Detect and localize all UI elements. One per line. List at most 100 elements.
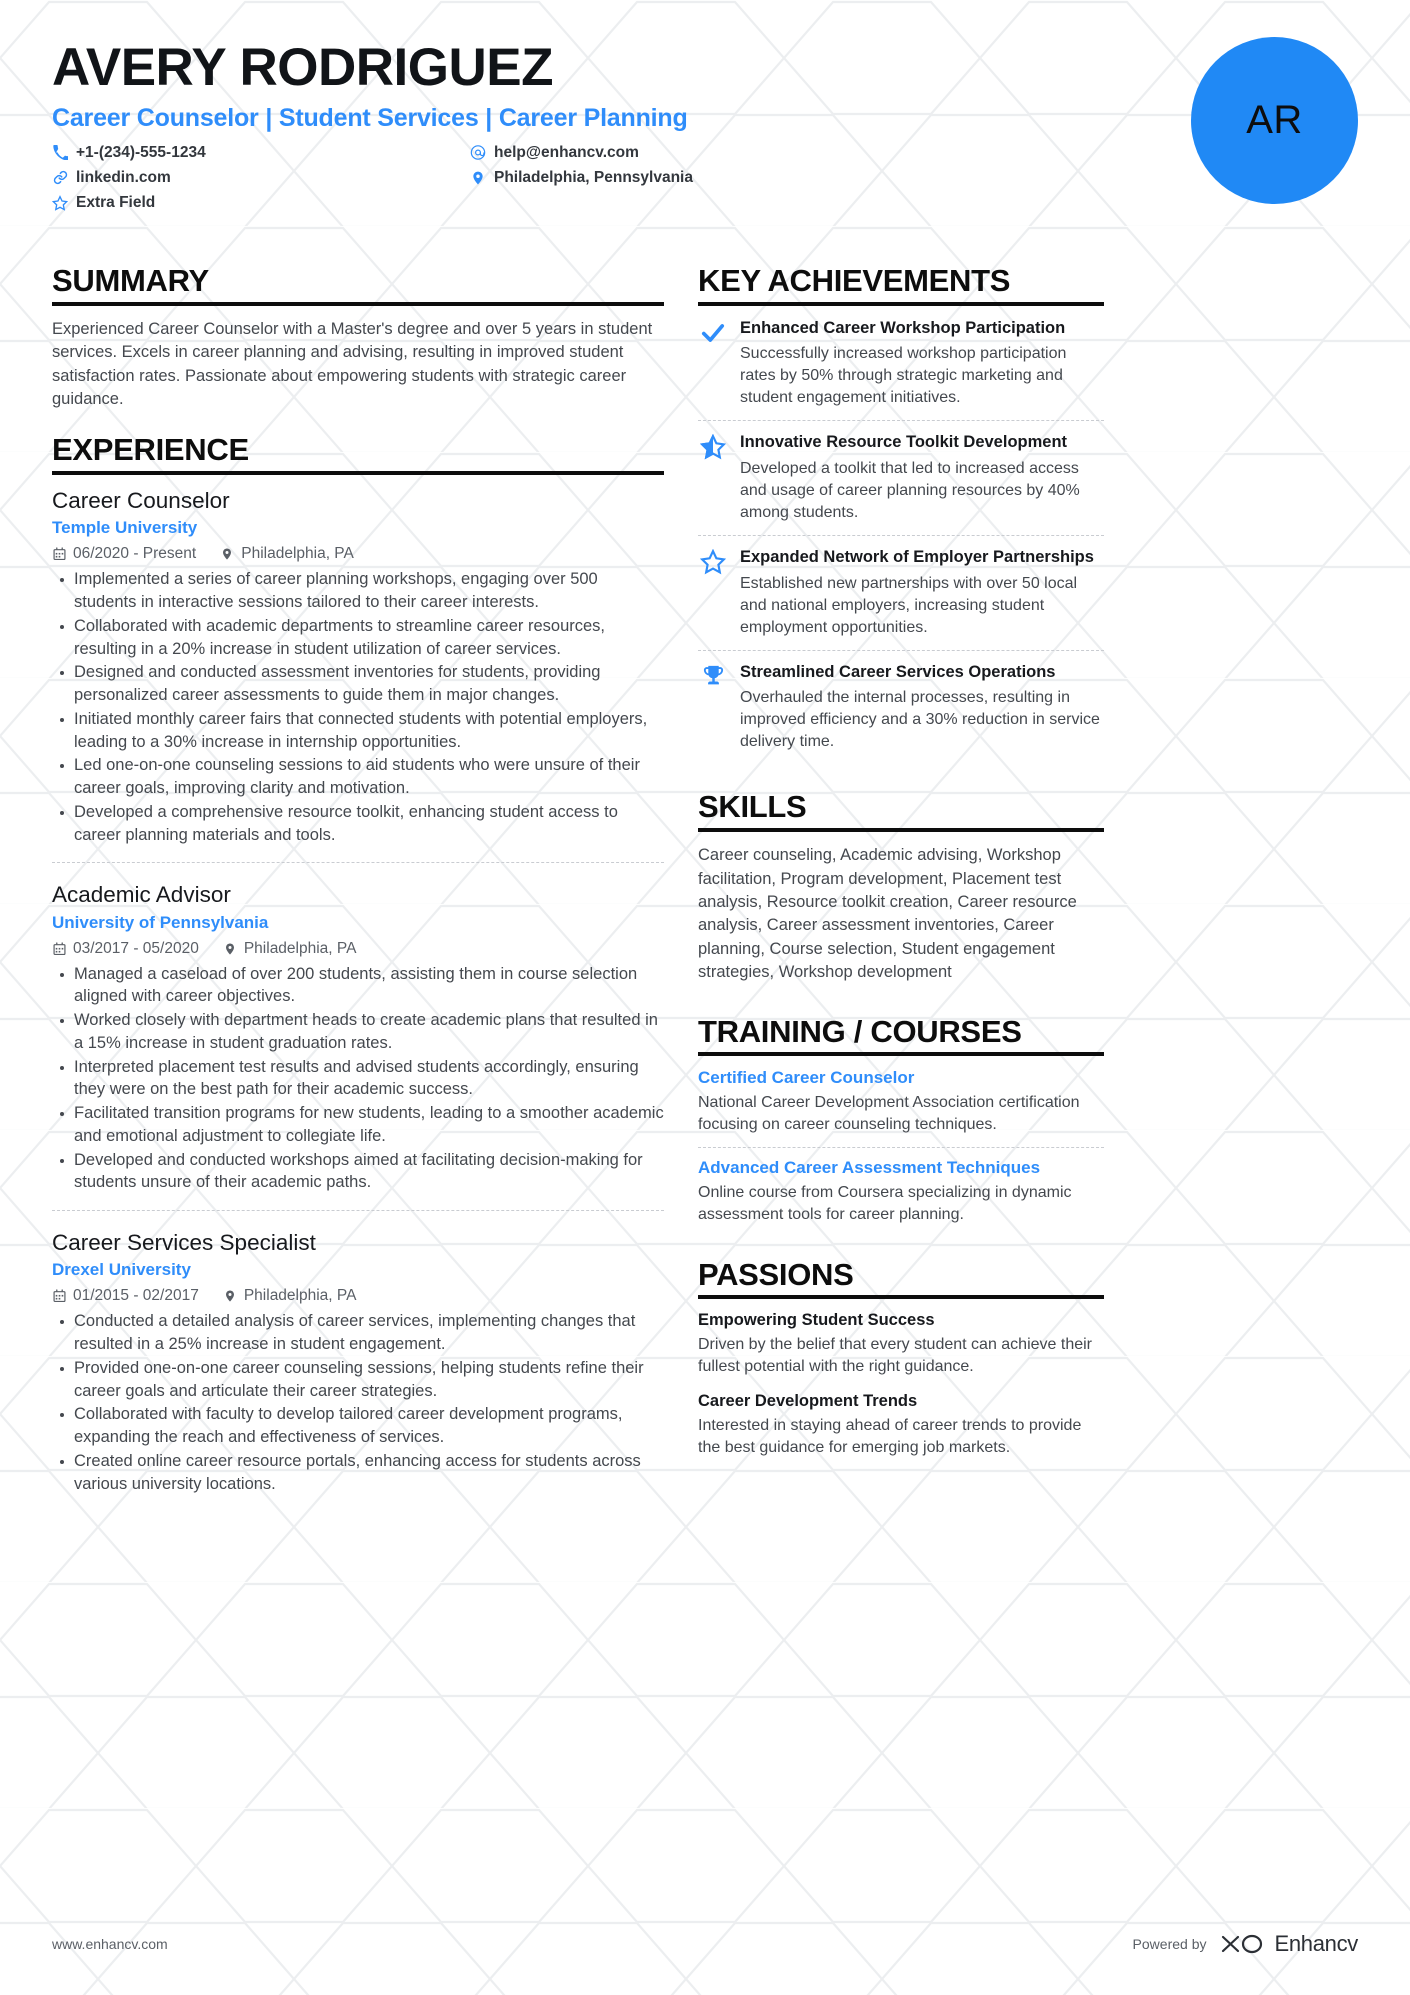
- job-bullet: Developed a comprehensive resource toolk…: [52, 801, 664, 847]
- section-summary: SUMMARY Experienced Career Counselor wit…: [52, 263, 664, 411]
- section-title-skills: SKILLS: [698, 789, 807, 825]
- section-divider: [698, 301, 1104, 306]
- phone-icon: [52, 145, 68, 161]
- job-company[interactable]: Temple University: [52, 518, 664, 538]
- star-half-icon: [698, 432, 728, 524]
- section-title-passions: PASSIONS: [698, 1256, 854, 1292]
- job-bullet: Managed a caseload of over 200 students,…: [52, 963, 664, 1009]
- page-footer: www.enhancv.com Powered by Enhancv: [52, 1931, 1358, 1957]
- contact-extra-field-text: Extra Field: [76, 193, 156, 211]
- achievement-item: Innovative Resource Toolkit Development …: [698, 432, 1104, 537]
- enhancv-logo: Enhancv: [1219, 1931, 1358, 1957]
- experience-item: Academic Advisor University of Pennsylva…: [52, 881, 664, 1211]
- course-description: Online course from Coursera specializing…: [698, 1183, 1072, 1223]
- job-bullet: Provided one-on-one career counseling se…: [52, 1357, 664, 1403]
- achievement-title: Expanded Network of Employer Partnership…: [740, 548, 1094, 567]
- section-divider: [698, 828, 1104, 833]
- job-bullets: Implemented a series of career planning …: [52, 568, 664, 846]
- contact-info: +1-(234)-555-1234 linkedin.com Extra Fie…: [52, 144, 1358, 212]
- job-bullet: Facilitated transition programs for new …: [52, 1102, 664, 1148]
- job-dates: 03/2017 - 05/2020: [52, 940, 199, 958]
- achievement-item: Expanded Network of Employer Partnership…: [698, 547, 1104, 651]
- skills-text: Career counseling, Academic advising, Wo…: [698, 846, 1077, 982]
- left-column: SUMMARY Experienced Career Counselor wit…: [52, 263, 664, 1513]
- job-bullets: Managed a caseload of over 200 students,…: [52, 963, 664, 1195]
- job-bullet: Led one-on-one counseling sessions to ai…: [52, 754, 664, 800]
- resume-page: AVERY RODRIGUEZ Career Counselor | Stude…: [0, 0, 1410, 1995]
- job-bullet: Conducted a detailed analysis of career …: [52, 1310, 664, 1356]
- achievement-body: Innovative Resource Toolkit Development …: [740, 432, 1104, 524]
- section-passions: PASSIONS Empowering Student Success Driv…: [698, 1256, 1104, 1459]
- job-location: Philadelphia, PA: [223, 1287, 356, 1305]
- job-dates-text: 06/2020 - Present: [73, 545, 197, 563]
- achievement-title: Streamlined Career Services Operations: [740, 662, 1056, 681]
- email-icon: [470, 145, 486, 161]
- section-divider: [698, 1295, 1104, 1300]
- job-title: Career Services Specialist: [52, 1230, 316, 1256]
- job-meta: 03/2017 - 05/2020 Philadelphia, PA: [52, 940, 664, 958]
- job-meta: 01/2015 - 02/2017 Philadelphia, PA: [52, 1287, 664, 1305]
- job-meta: 06/2020 - Present Philadelphia, PA: [52, 545, 664, 563]
- passion-title: Career Development Trends: [698, 1391, 918, 1410]
- professional-headline: Career Counselor | Student Services | Ca…: [52, 103, 688, 132]
- contact-column-left: +1-(234)-555-1234 linkedin.com Extra Fie…: [52, 144, 470, 212]
- achievement-description: Developed a toolkit that led to increase…: [740, 459, 1080, 521]
- job-bullet: Worked closely with department heads to …: [52, 1009, 664, 1055]
- job-dates-text: 03/2017 - 05/2020: [73, 939, 199, 957]
- footer-website-url[interactable]: www.enhancv.com: [52, 1936, 168, 1952]
- resume-content: AVERY RODRIGUEZ Career Counselor | Stude…: [0, 0, 1410, 1513]
- course-item: Certified Career Counselor National Care…: [698, 1068, 1104, 1148]
- calendar-icon: [52, 1289, 66, 1304]
- section-title-training-courses: TRAINING / COURSES: [698, 1013, 1022, 1049]
- enhancv-brand-name: Enhancv: [1274, 1931, 1358, 1956]
- section-divider: [52, 471, 664, 476]
- passion-description: Interested in staying ahead of career tr…: [698, 1416, 1082, 1456]
- achievement-description: Overhauled the internal processes, resul…: [740, 689, 1100, 751]
- passion-title: Empowering Student Success: [698, 1311, 935, 1330]
- job-bullet: Collaborated with faculty to develop tai…: [52, 1403, 664, 1449]
- job-location: Philadelphia, PA: [223, 939, 357, 958]
- contact-linkedin-text: linkedin.com: [76, 168, 171, 186]
- resume-columns: SUMMARY Experienced Career Counselor wit…: [52, 263, 1358, 1513]
- section-training-courses: TRAINING / COURSES Certified Career Coun…: [698, 1013, 1104, 1236]
- job-dates: 06/2020 - Present: [52, 545, 196, 563]
- contact-extra-field[interactable]: Extra Field: [52, 194, 470, 212]
- job-location: Philadelphia, PA: [220, 545, 354, 563]
- job-location-text: Philadelphia, PA: [243, 939, 357, 957]
- job-bullet: Created online career resource portals, …: [52, 1450, 664, 1496]
- section-skills: SKILLS Career counseling, Academic advis…: [698, 790, 1104, 984]
- summary-text: Experienced Career Counselor with a Mast…: [52, 319, 653, 408]
- achievement-item: Streamlined Career Services Operations O…: [698, 662, 1104, 765]
- contact-phone[interactable]: +1-(234)-555-1234: [52, 144, 470, 162]
- location-pin-icon: [223, 941, 237, 956]
- right-column: KEY ACHIEVEMENTS Enhanced Career Worksho…: [698, 263, 1104, 1513]
- achievement-title: Enhanced Career Workshop Participation: [740, 318, 1066, 337]
- contact-email-text: help@enhancv.com: [494, 143, 639, 161]
- job-title: Academic Advisor: [52, 882, 231, 908]
- job-company[interactable]: University of Pennsylvania: [52, 913, 664, 933]
- powered-by-label: Powered by: [1132, 1936, 1207, 1952]
- contact-location[interactable]: Philadelphia, Pennsylvania: [470, 169, 870, 187]
- course-title[interactable]: Certified Career Counselor: [698, 1068, 1104, 1088]
- job-bullet: Implemented a series of career planning …: [52, 568, 664, 614]
- contact-linkedin[interactable]: linkedin.com: [52, 169, 470, 187]
- achievement-description: Established new partnerships with over 5…: [740, 574, 1078, 636]
- resume-header: AVERY RODRIGUEZ Career Counselor | Stude…: [52, 37, 1358, 230]
- job-bullet: Interpreted placement test results and a…: [52, 1056, 664, 1102]
- course-item: Advanced Career Assessment Techniques On…: [698, 1158, 1104, 1236]
- achievement-title: Innovative Resource Toolkit Development: [740, 433, 1068, 452]
- achievement-body: Expanded Network of Employer Partnership…: [740, 547, 1104, 639]
- job-title: Career Counselor: [52, 488, 230, 514]
- calendar-icon: [52, 547, 66, 562]
- section-divider: [52, 301, 664, 306]
- enhancv-mark-icon: [1222, 1934, 1263, 1954]
- job-dates: 01/2015 - 02/2017: [52, 1287, 199, 1305]
- passion-item: Empowering Student Success Driven by the…: [698, 1311, 1104, 1378]
- achievement-item: Enhanced Career Workshop Participation S…: [698, 318, 1104, 422]
- course-title[interactable]: Advanced Career Assessment Techniques: [698, 1158, 1104, 1178]
- experience-item: Career Counselor Temple University 06/20…: [52, 487, 664, 863]
- job-bullets: Conducted a detailed analysis of career …: [52, 1310, 664, 1495]
- contact-email[interactable]: help@enhancv.com: [470, 144, 870, 162]
- trophy-icon: [698, 662, 728, 754]
- job-company[interactable]: Drexel University: [52, 1260, 664, 1280]
